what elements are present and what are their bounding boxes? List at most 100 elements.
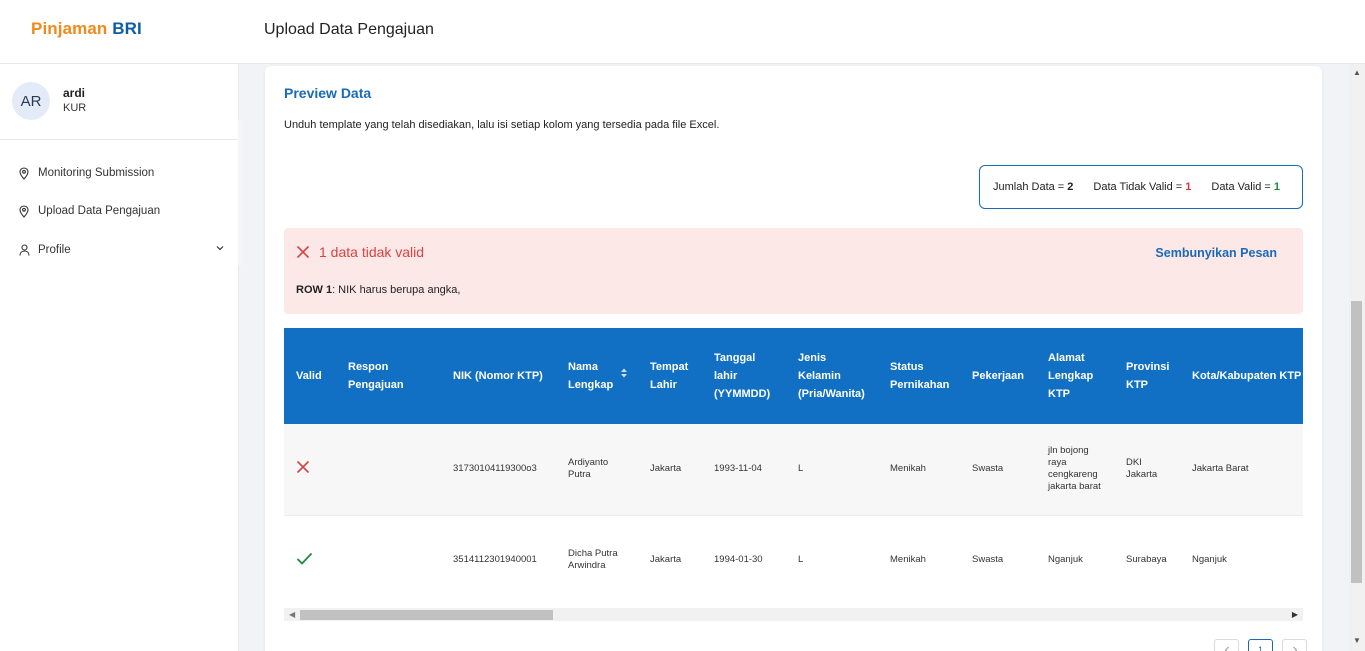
- column-header-nama-label: Nama Lengkap: [568, 361, 614, 391]
- column-header-kota: Kota/Kabupaten KTP: [1180, 328, 1303, 424]
- provinsi-cell: DKI Jakarta: [1114, 424, 1180, 515]
- logo-text-primary: Pinjaman: [31, 19, 108, 38]
- next-page-button[interactable]: [1282, 639, 1307, 651]
- column-header-nik: NIK (Nomor KTP): [441, 328, 556, 424]
- table-header-row: Valid Respon Pengajuan NIK (Nomor KTP) N…: [284, 328, 1303, 424]
- column-header-respon: Respon Pengajuan: [336, 328, 441, 424]
- jenis-kelamin-cell: L: [786, 514, 878, 605]
- scroll-up-icon[interactable]: ▲: [1353, 68, 1361, 77]
- nik-cell: 3514112301940001: [441, 514, 556, 605]
- jenis-kelamin-cell: L: [786, 424, 878, 515]
- location-pin-icon: [18, 204, 30, 218]
- sidebar-item-label: Profile: [38, 244, 71, 256]
- sidebar-resize-handle[interactable]: [238, 120, 242, 265]
- column-header-status: Status Pernikahan: [878, 328, 960, 424]
- tanggal-cell: 1994-01-30: [702, 514, 786, 605]
- status-cell: Menikah: [878, 514, 960, 605]
- sidebar-item-monitoring-submission[interactable]: Monitoring Submission: [0, 158, 239, 188]
- column-header-jenis-kelamin: Jenis Kelamin (Pria/Wanita): [786, 328, 878, 424]
- kota-cell: Nganjuk: [1180, 514, 1303, 605]
- alamat-cell: Nganjuk: [1036, 514, 1114, 605]
- sidebar-item-profile[interactable]: Profile: [0, 235, 239, 265]
- table-row: 31730104119300o3 Ardiyanto Putra Jakarta…: [284, 424, 1303, 515]
- status-cell: Menikah: [878, 424, 960, 515]
- kota-cell: Jakarta Barat: [1180, 424, 1303, 515]
- column-header-pekerjaan: Pekerjaan: [960, 328, 1036, 424]
- logo-text-secondary: BRI: [112, 19, 142, 38]
- preview-card: Preview Data Unduh template yang telah d…: [265, 66, 1322, 651]
- card-description: Unduh template yang telah disediakan, la…: [284, 119, 720, 131]
- summary-valid-value: 1: [1273, 181, 1280, 193]
- card-title: Preview Data: [284, 85, 372, 101]
- prev-page-button[interactable]: [1214, 639, 1239, 651]
- summary-valid-label: Data Valid =: [1211, 181, 1274, 193]
- tanggal-cell: 1993-11-04: [702, 424, 786, 515]
- scrollbar-thumb[interactable]: [300, 610, 553, 620]
- data-table: Valid Respon Pengajuan NIK (Nomor KTP) N…: [284, 328, 1303, 605]
- column-header-alamat: Alamat Lengkap KTP: [1036, 328, 1114, 424]
- alert-row-text: : NIK harus berupa angka,: [332, 284, 461, 296]
- page-number-button[interactable]: 1: [1248, 639, 1273, 651]
- pagination: 1: [1205, 639, 1307, 651]
- page-scrollbar-thumb[interactable]: [1351, 301, 1362, 583]
- alert-row-message: ROW 1: NIK harus berupa angka,: [296, 284, 460, 296]
- valid-cell: [284, 424, 336, 515]
- sidebar-item-label: Monitoring Submission: [38, 167, 155, 179]
- table-horizontal-scrollbar[interactable]: ◀ ▶: [284, 608, 1303, 621]
- alert-title: 1 data tidak valid: [296, 244, 424, 260]
- sidebar-item-label: Upload Data Pengajuan: [38, 205, 161, 217]
- scroll-left-icon[interactable]: ◀: [289, 610, 295, 619]
- user-profile-block: AR ardi KUR: [0, 64, 239, 140]
- respon-cell: [336, 514, 441, 605]
- summary-total-value: 2: [1067, 181, 1074, 193]
- error-alert: 1 data tidak valid Sembunyikan Pesan ROW…: [284, 228, 1303, 314]
- summary-invalid-label: Data Tidak Valid =: [1093, 181, 1186, 193]
- user-role: KUR: [63, 102, 87, 114]
- chevron-down-icon[interactable]: [215, 243, 225, 256]
- pekerjaan-cell: Swasta: [960, 424, 1036, 515]
- scroll-down-icon[interactable]: ▼: [1353, 636, 1361, 645]
- app-logo[interactable]: Pinjaman BRI: [31, 19, 142, 39]
- nama-cell: Dicha Putra Arwindra: [556, 514, 638, 605]
- tempat-cell: Jakarta: [638, 424, 702, 515]
- chevron-left-icon: [1224, 646, 1229, 651]
- sort-icon[interactable]: [620, 367, 628, 385]
- provinsi-cell: Surabaya: [1114, 514, 1180, 605]
- sidebar-item-upload-data-pengajuan[interactable]: Upload Data Pengajuan: [0, 196, 239, 226]
- alert-title-text: 1 data tidak valid: [319, 244, 425, 260]
- chevron-right-icon: [1292, 646, 1297, 651]
- page-title: Upload Data Pengajuan: [264, 21, 434, 38]
- pekerjaan-cell: Swasta: [960, 514, 1036, 605]
- table-row: 3514112301940001 Dicha Putra Arwindra Ja…: [284, 514, 1303, 605]
- summary-total: Jumlah Data = 2: [993, 181, 1073, 193]
- alert-row-label: ROW 1: [296, 284, 333, 296]
- tempat-cell: Jakarta: [638, 514, 702, 605]
- summary-invalid: Data Tidak Valid = 1: [1093, 181, 1191, 193]
- check-icon: [296, 552, 313, 565]
- column-header-nama[interactable]: Nama Lengkap: [556, 328, 638, 424]
- avatar: AR: [12, 82, 50, 120]
- user-name: ardi: [63, 86, 86, 100]
- column-header-tempat: Tempat Lahir: [638, 328, 702, 424]
- user-icon: [18, 243, 30, 257]
- close-icon: [296, 245, 310, 259]
- location-pin-icon: [18, 166, 30, 180]
- data-table-container: Valid Respon Pengajuan NIK (Nomor KTP) N…: [284, 328, 1303, 624]
- nik-cell: 31730104119300o3: [441, 424, 556, 515]
- column-header-tanggal: Tanggal lahir (YYMMDD): [702, 328, 786, 424]
- invalid-x-icon: [296, 461, 310, 474]
- summary-valid: Data Valid = 1: [1211, 181, 1280, 193]
- summary-total-label: Jumlah Data =: [993, 181, 1068, 193]
- column-header-valid: Valid: [284, 328, 336, 424]
- hide-message-button[interactable]: Sembunyikan Pesan: [1155, 246, 1277, 260]
- alamat-cell: jln bojong raya cengkareng jakarta barat: [1036, 424, 1114, 515]
- respon-cell: [336, 424, 441, 515]
- scroll-right-icon[interactable]: ▶: [1292, 610, 1298, 619]
- top-bar: Pinjaman BRI Upload Data Pengajuan: [0, 0, 1365, 64]
- nama-cell: Ardiyanto Putra: [556, 424, 638, 515]
- sidebar: AR ardi KUR Monitoring Submission Upload…: [0, 64, 239, 651]
- data-summary-box: Jumlah Data = 2 Data Tidak Valid = 1 Dat…: [979, 165, 1303, 209]
- page-vertical-scrollbar[interactable]: ▲ ▼: [1349, 64, 1365, 651]
- summary-invalid-value: 1: [1185, 181, 1192, 193]
- column-header-provinsi: Provinsi KTP: [1114, 328, 1180, 424]
